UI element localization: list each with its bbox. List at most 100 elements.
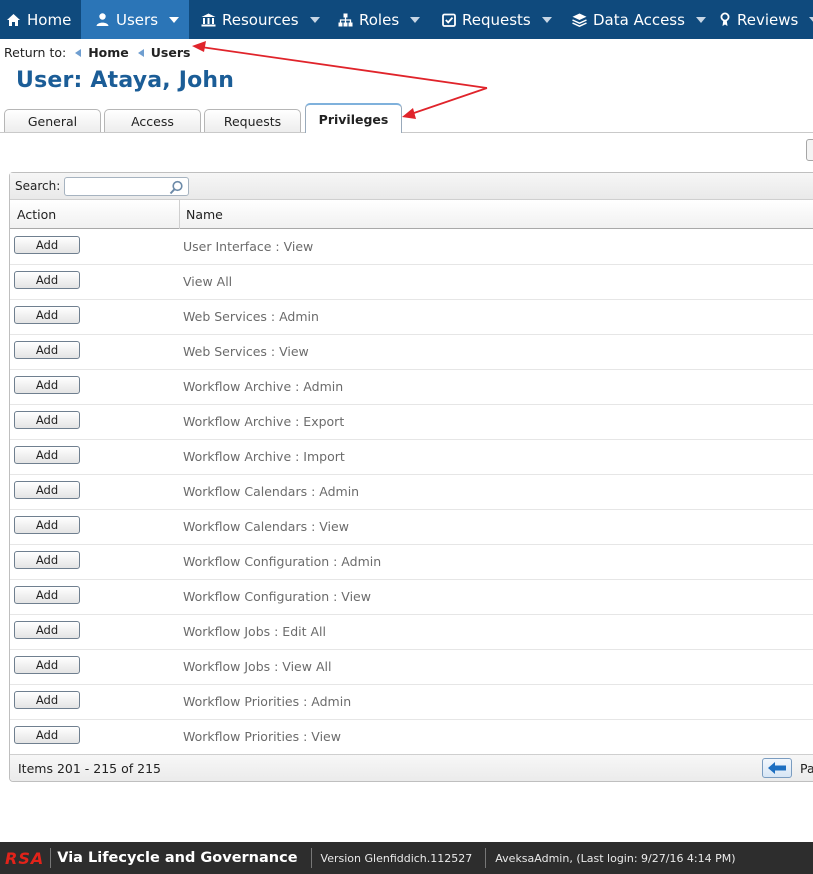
table-row: Add User Interface : View — [10, 230, 813, 265]
annotation-arrow-line — [410, 87, 488, 115]
add-button[interactable]: Add — [14, 236, 80, 254]
grid-header: Action Name — [10, 200, 813, 229]
privilege-name: View All — [183, 274, 233, 289]
privilege-name: Workflow Priorities : View — [183, 729, 341, 744]
search-input[interactable] — [65, 177, 166, 195]
hierarchy-icon — [338, 12, 353, 27]
tab-access[interactable]: Access — [104, 109, 201, 133]
items-count: Items 201 - 215 of 215 — [18, 761, 161, 776]
nav-roles[interactable]: Roles — [326, 0, 432, 39]
privilege-name: Workflow Archive : Export — [183, 414, 345, 429]
version-text: Version Glenfiddich.112527 — [320, 851, 473, 865]
tab-requests-label: Requests — [223, 114, 282, 129]
table-row: Add View All — [10, 265, 813, 300]
column-header-action[interactable]: Action — [17, 207, 56, 222]
table-row: Add Workflow Calendars : View — [10, 510, 813, 545]
rsa-logo: RSA — [5, 848, 45, 868]
stack-icon — [572, 12, 587, 27]
home-icon — [6, 12, 21, 27]
status-bar: RSA Via Lifecycle and Governance Version… — [0, 842, 813, 874]
privilege-name: Workflow Configuration : Admin — [183, 554, 382, 569]
nav-home-label: Home — [27, 10, 72, 29]
nav-users[interactable]: Users — [81, 0, 189, 39]
add-button[interactable]: Add — [14, 586, 80, 604]
nav-data-access[interactable]: Data Access — [558, 0, 707, 39]
table-row: Add Web Services : Admin — [10, 300, 813, 335]
chevron-down-icon — [809, 16, 813, 23]
breadcrumb-users-label: Users — [150, 45, 191, 60]
column-header-name[interactable]: Name — [186, 207, 223, 222]
nav-reviews[interactable]: Reviews — [707, 0, 813, 39]
add-button[interactable]: Add — [14, 481, 80, 499]
table-row: Add Workflow Calendars : Admin — [10, 475, 813, 510]
privilege-name: Workflow Jobs : Edit All — [183, 624, 326, 639]
ribbon-icon — [719, 12, 731, 27]
nav-resources[interactable]: Resources — [189, 0, 326, 39]
add-button[interactable]: Add — [14, 726, 80, 744]
annotation-arrowhead — [402, 108, 416, 119]
tab-general-label: General — [27, 114, 78, 129]
privilege-name: Workflow Calendars : View — [183, 519, 349, 534]
add-button[interactable]: Add — [14, 691, 80, 709]
toolbar-button-partial[interactable] — [806, 139, 813, 161]
product-name: Via Lifecycle and Governance — [57, 850, 298, 866]
privileges-grid: Search: Action Name Add User Interface : … — [9, 172, 813, 782]
add-button[interactable]: Add — [14, 446, 80, 464]
nav-resources-label: Resources — [222, 10, 299, 29]
divider — [50, 848, 52, 868]
divider — [485, 848, 487, 868]
chevron-down-icon — [541, 16, 552, 23]
tab-requests[interactable]: Requests — [204, 109, 301, 133]
nav-roles-label: Roles — [359, 10, 400, 29]
add-button[interactable]: Add — [14, 551, 80, 569]
grid-rows: Add User Interface : View Add View All Add… — [10, 230, 813, 755]
breadcrumb-users-link[interactable]: Users — [137, 45, 191, 60]
privilege-name: Web Services : Admin — [183, 309, 319, 324]
back-arrow-icon — [75, 48, 82, 57]
table-row: Add Web Services : View — [10, 335, 813, 370]
add-button[interactable]: Add — [14, 656, 80, 674]
previous-page-button[interactable] — [762, 758, 792, 778]
search-bar: Search: — [10, 173, 813, 200]
nav-requests-label: Requests — [462, 10, 531, 29]
tab-general[interactable]: General — [4, 109, 101, 133]
column-divider[interactable] — [179, 200, 180, 229]
search-label: Search: — [15, 179, 61, 193]
add-button[interactable]: Add — [14, 341, 80, 359]
privilege-name: Workflow Archive : Admin — [183, 379, 344, 394]
table-row: Add Workflow Priorities : View — [10, 720, 813, 755]
checkbox-icon — [442, 12, 456, 27]
privilege-name: Workflow Priorities : Admin — [183, 694, 352, 709]
table-row: Add Workflow Jobs : View All — [10, 650, 813, 685]
breadcrumb: Return to: Home Users — [4, 45, 190, 60]
add-button[interactable]: Add — [14, 411, 80, 429]
privilege-name: Web Services : View — [183, 344, 309, 359]
top-navigation: Home Users Resources Roles Requests Data… — [0, 0, 813, 39]
add-button[interactable]: Add — [14, 271, 80, 289]
table-row: Add Workflow Configuration : View — [10, 580, 813, 615]
add-button[interactable]: Add — [14, 306, 80, 324]
nav-reviews-label: Reviews — [737, 10, 799, 29]
annotation-arrow-line — [200, 46, 488, 89]
search-icon[interactable] — [169, 180, 184, 198]
add-button[interactable]: Add — [14, 376, 80, 394]
user-icon — [95, 12, 110, 27]
chevron-down-icon — [169, 16, 180, 23]
add-button[interactable]: Add — [14, 516, 80, 534]
nav-requests[interactable]: Requests — [432, 0, 558, 39]
add-button[interactable]: Add — [14, 621, 80, 639]
privilege-name: Workflow Configuration : View — [183, 589, 371, 604]
login-info: AveksaAdmin, (Last login: 9/27/16 4:14 P… — [495, 851, 736, 865]
nav-home[interactable]: Home — [0, 0, 81, 39]
breadcrumb-home-label: Home — [88, 45, 129, 60]
chevron-down-icon — [410, 16, 421, 23]
back-arrow-icon — [137, 48, 144, 57]
breadcrumb-home-link[interactable]: Home — [75, 45, 129, 60]
privilege-name: User Interface : View — [183, 239, 314, 254]
chevron-down-icon — [309, 16, 320, 23]
nav-data-access-label: Data Access — [593, 10, 685, 29]
search-box — [64, 176, 190, 198]
tab-privileges[interactable]: Privileges — [305, 103, 402, 133]
annotation-arrowhead — [192, 41, 206, 52]
page-label: Pa — [800, 761, 813, 776]
